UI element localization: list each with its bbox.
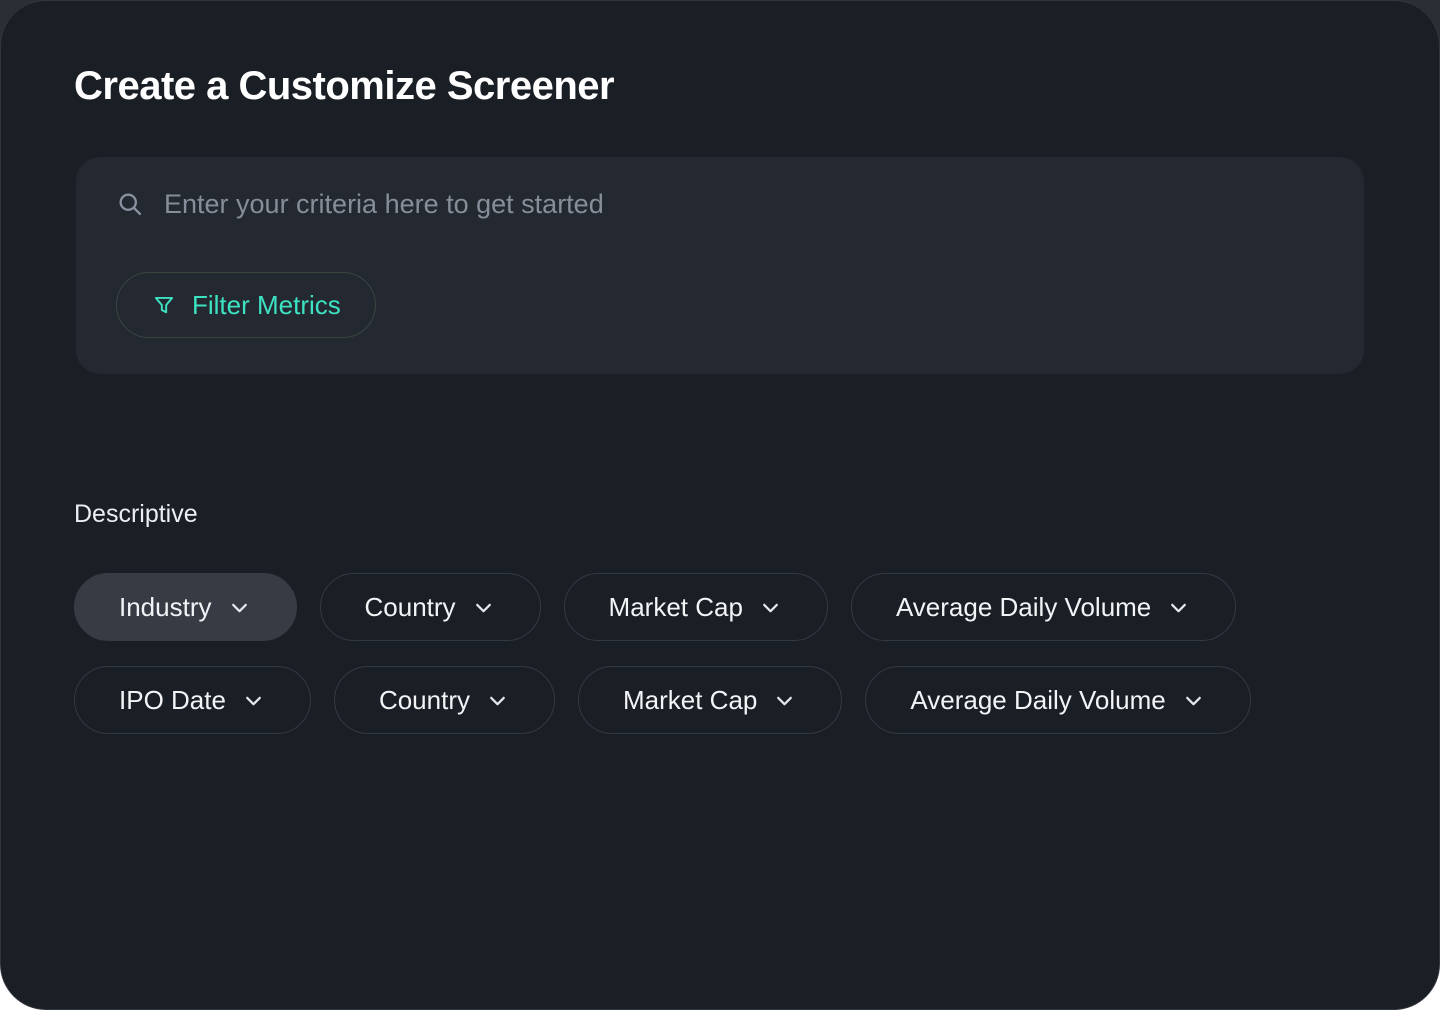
- filter-pill-country[interactable]: Country: [334, 666, 555, 734]
- criteria-search-input[interactable]: [164, 189, 1324, 220]
- filter-pill-row: Industry Country Market Cap Average Dail…: [74, 573, 1366, 641]
- filter-pill-average-daily-volume[interactable]: Average Daily Volume: [851, 573, 1236, 641]
- chevron-down-icon: [485, 688, 510, 713]
- chevron-down-icon: [772, 688, 797, 713]
- filter-pill-market-cap[interactable]: Market Cap: [578, 666, 842, 734]
- filter-pill-ipo-date[interactable]: IPO Date: [74, 666, 311, 734]
- chevron-down-icon: [227, 595, 252, 620]
- filter-pill-row: IPO Date Country Market Cap Average Dail…: [74, 666, 1366, 734]
- search-row: [116, 181, 1324, 227]
- search-icon: [116, 190, 144, 218]
- screener-card: Create a Customize Screener Filter Metri…: [0, 0, 1440, 1010]
- filter-metrics-button[interactable]: Filter Metrics: [116, 272, 376, 338]
- pill-label: IPO Date: [119, 685, 226, 716]
- funnel-filter-icon: [151, 292, 177, 318]
- filter-metrics-label: Filter Metrics: [192, 290, 341, 321]
- filter-pill-country[interactable]: Country: [320, 573, 541, 641]
- chevron-down-icon: [471, 595, 496, 620]
- section-label-descriptive: Descriptive: [74, 500, 1366, 529]
- chevron-down-icon: [1181, 688, 1206, 713]
- pill-label: Country: [379, 685, 470, 716]
- pill-label: Industry: [119, 592, 212, 623]
- pill-label: Market Cap: [623, 685, 757, 716]
- filter-pill-average-daily-volume[interactable]: Average Daily Volume: [865, 666, 1250, 734]
- pill-label: Average Daily Volume: [910, 685, 1165, 716]
- pill-label: Average Daily Volume: [896, 592, 1151, 623]
- chevron-down-icon: [758, 595, 783, 620]
- chevron-down-icon: [1166, 595, 1191, 620]
- filter-pill-market-cap[interactable]: Market Cap: [564, 573, 828, 641]
- criteria-search-panel: Filter Metrics: [76, 157, 1364, 374]
- chevron-down-icon: [241, 688, 266, 713]
- pill-label: Country: [365, 592, 456, 623]
- page-title: Create a Customize Screener: [74, 61, 1366, 111]
- pill-label: Market Cap: [609, 592, 743, 623]
- filter-pill-industry[interactable]: Industry: [74, 573, 297, 641]
- filter-pills: Industry Country Market Cap Average Dail…: [74, 573, 1366, 734]
